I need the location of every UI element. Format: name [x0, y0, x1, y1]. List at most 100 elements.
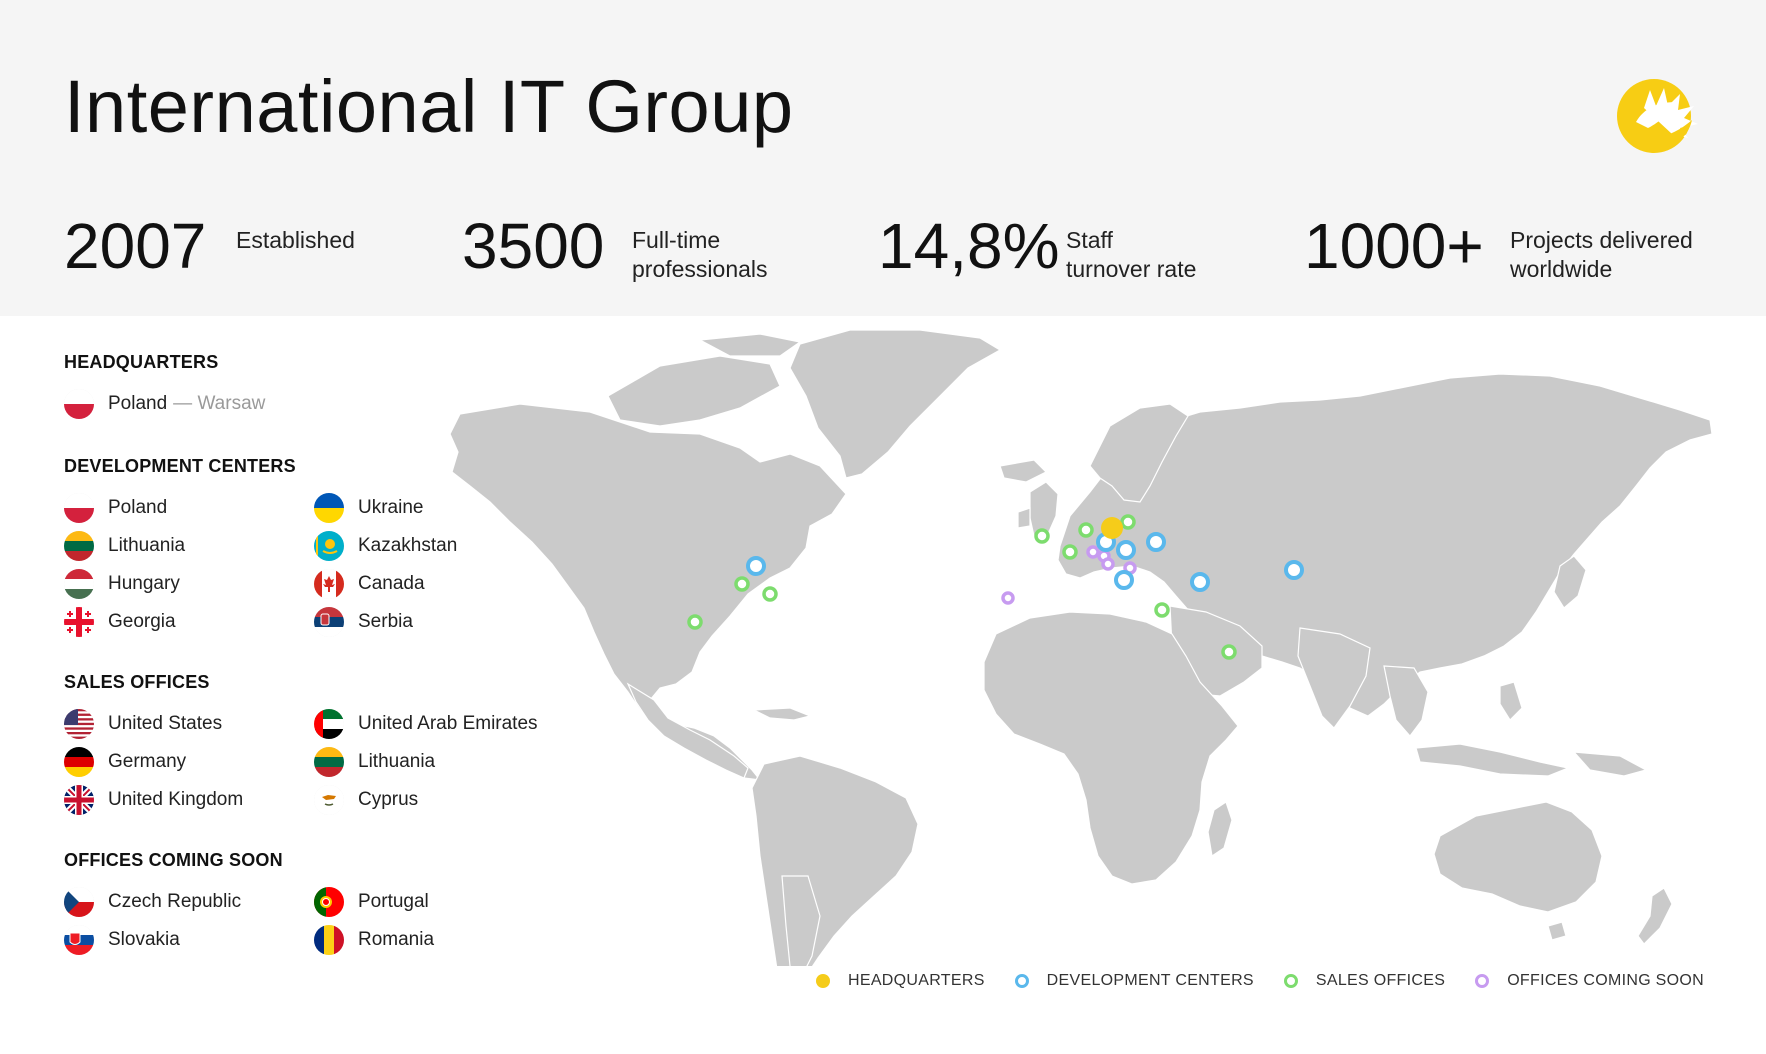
headquarters-dot-icon: [816, 974, 830, 988]
uk-flag-icon: [64, 785, 94, 815]
uae-flag-icon: [314, 709, 344, 739]
country-name: Georgia: [108, 611, 176, 632]
country-name: Germany: [108, 751, 187, 772]
poland-flag-icon: [64, 493, 94, 523]
usa-flag-icon: [64, 709, 94, 739]
land-india: [1297, 627, 1371, 729]
map-legend-development: DEVELOPMENT CENTERS: [1014, 972, 1254, 990]
sales-item-germany: Germany: [64, 746, 186, 778]
soon-item-slovakia: Slovakia: [64, 924, 180, 956]
development-center-marker: [1190, 572, 1210, 592]
land-philippines: [1499, 681, 1523, 721]
romania-flag-icon: [314, 925, 344, 955]
serbia-flag-icon: [314, 607, 344, 637]
country-name: Lithuania: [358, 751, 436, 772]
stat-label: Projects delivered worldwide: [1510, 226, 1693, 284]
land-se-asia: [1383, 665, 1429, 737]
section-title-coming-soon: OFFICES COMING SOON: [64, 850, 283, 870]
stat-value: 3500: [462, 210, 605, 282]
continents: [449, 329, 1713, 966]
map-legend: HEADQUARTERS DEVELOPMENT CENTERS SALES O…: [816, 966, 1734, 996]
country-name: United States: [108, 713, 223, 734]
land-central-america: [626, 682, 749, 779]
stat-label: Established: [236, 226, 355, 255]
stat-label-line: professionals: [632, 256, 768, 282]
coming-soon-ring-icon: [1475, 974, 1490, 988]
land-iceland: [999, 459, 1048, 483]
poland-flag-icon: [64, 389, 94, 419]
development-center-marker: [1114, 570, 1134, 590]
sales-item-uk: United Kingdom: [64, 784, 243, 816]
country-name: Ukraine: [358, 497, 424, 518]
development-ring-icon: [1014, 974, 1029, 988]
page-title: International IT Group: [64, 65, 794, 148]
stat-value: 1000+: [1304, 210, 1484, 282]
sales-item-usa: United States: [64, 708, 222, 740]
dev-item-kazakhstan: Kazakhstan: [314, 530, 457, 562]
land-new-zealand: [1637, 887, 1673, 945]
land-south-america: [751, 755, 919, 966]
section-title-sales: SALES OFFICES: [64, 672, 210, 692]
kazakhstan-flag-icon: [314, 531, 344, 561]
sales-office-marker: [687, 614, 703, 630]
georgia-flag-icon: [64, 607, 94, 637]
stat-value: 14,8%: [878, 210, 1060, 282]
portugal-flag-icon: [314, 887, 344, 917]
slovakia-flag-icon: [64, 925, 94, 955]
sales-item-cyprus: Cyprus: [314, 784, 418, 816]
land-ireland: [1017, 507, 1031, 529]
stat-label-line: Full-time: [632, 227, 721, 253]
land-uk: [1029, 481, 1059, 537]
dev-item-ukraine: Ukraine: [314, 492, 423, 524]
map-legend-sales: SALES OFFICES: [1283, 972, 1446, 990]
country-name: Cyprus: [358, 789, 419, 810]
country-name: Hungary: [108, 573, 180, 594]
land-australia: [1433, 801, 1603, 913]
dev-item-hungary: Hungary: [64, 568, 180, 600]
stat-label-line: Established: [236, 227, 355, 253]
development-center-marker: [1284, 560, 1304, 580]
sales-item-lithuania: Lithuania: [314, 746, 435, 778]
ukraine-flag-icon: [314, 493, 344, 523]
map-legend-label: OFFICES COMING SOON: [1507, 972, 1705, 989]
city-name: — Warsaw: [173, 393, 266, 414]
sales-office-marker: [734, 576, 750, 592]
coming-soon-marker: [1086, 545, 1100, 559]
hq-item-poland: Poland — Warsaw: [64, 388, 265, 420]
sales-item-uae: United Arab Emirates: [314, 708, 538, 740]
czech-flag-icon: [64, 887, 94, 917]
development-center-marker: [1146, 532, 1166, 552]
country-name: Poland: [108, 497, 168, 518]
dev-item-canada: Canada: [314, 568, 425, 600]
soon-item-portugal: Portugal: [314, 886, 429, 918]
country-name: Czech Republic: [108, 891, 242, 912]
sales-office-marker: [1221, 644, 1237, 660]
map-legend-headquarters: HEADQUARTERS: [816, 972, 985, 990]
country-name: United Arab Emirates: [358, 713, 538, 734]
stat-label-line: turnover rate: [1066, 256, 1197, 282]
cyprus-flag-icon: [314, 785, 344, 815]
sales-office-marker: [1062, 544, 1078, 560]
land-new-guinea: [1572, 751, 1648, 777]
map-legend-label: DEVELOPMENT CENTERS: [1046, 972, 1254, 989]
country-name: Romania: [358, 929, 435, 950]
sales-office-marker: [1078, 522, 1094, 538]
dev-item-lithuania: Lithuania: [64, 530, 185, 562]
sales-office-marker: [1154, 602, 1170, 618]
header-band: International IT Group 2007 Established …: [0, 0, 1766, 316]
map-legend-coming-soon: OFFICES COMING SOON: [1475, 972, 1704, 990]
section-title-development: DEVELOPMENT CENTERS: [64, 456, 296, 476]
map-legend-label: HEADQUARTERS: [848, 972, 985, 989]
development-center-marker: [1116, 540, 1136, 560]
hungary-flag-icon: [64, 569, 94, 599]
country-name: Portugal: [358, 891, 429, 912]
soon-item-czech: Czech Republic: [64, 886, 241, 918]
soon-item-romania: Romania: [314, 924, 434, 956]
stat-value: 2007: [64, 210, 207, 282]
stat-label-line: worldwide: [1510, 256, 1613, 282]
dev-item-georgia: Georgia: [64, 606, 176, 638]
map-legend-label: SALES OFFICES: [1315, 972, 1446, 989]
dev-item-poland: Poland: [64, 492, 167, 524]
lithuania-flag-icon: [64, 531, 94, 561]
sales-office-marker: [1120, 514, 1136, 530]
